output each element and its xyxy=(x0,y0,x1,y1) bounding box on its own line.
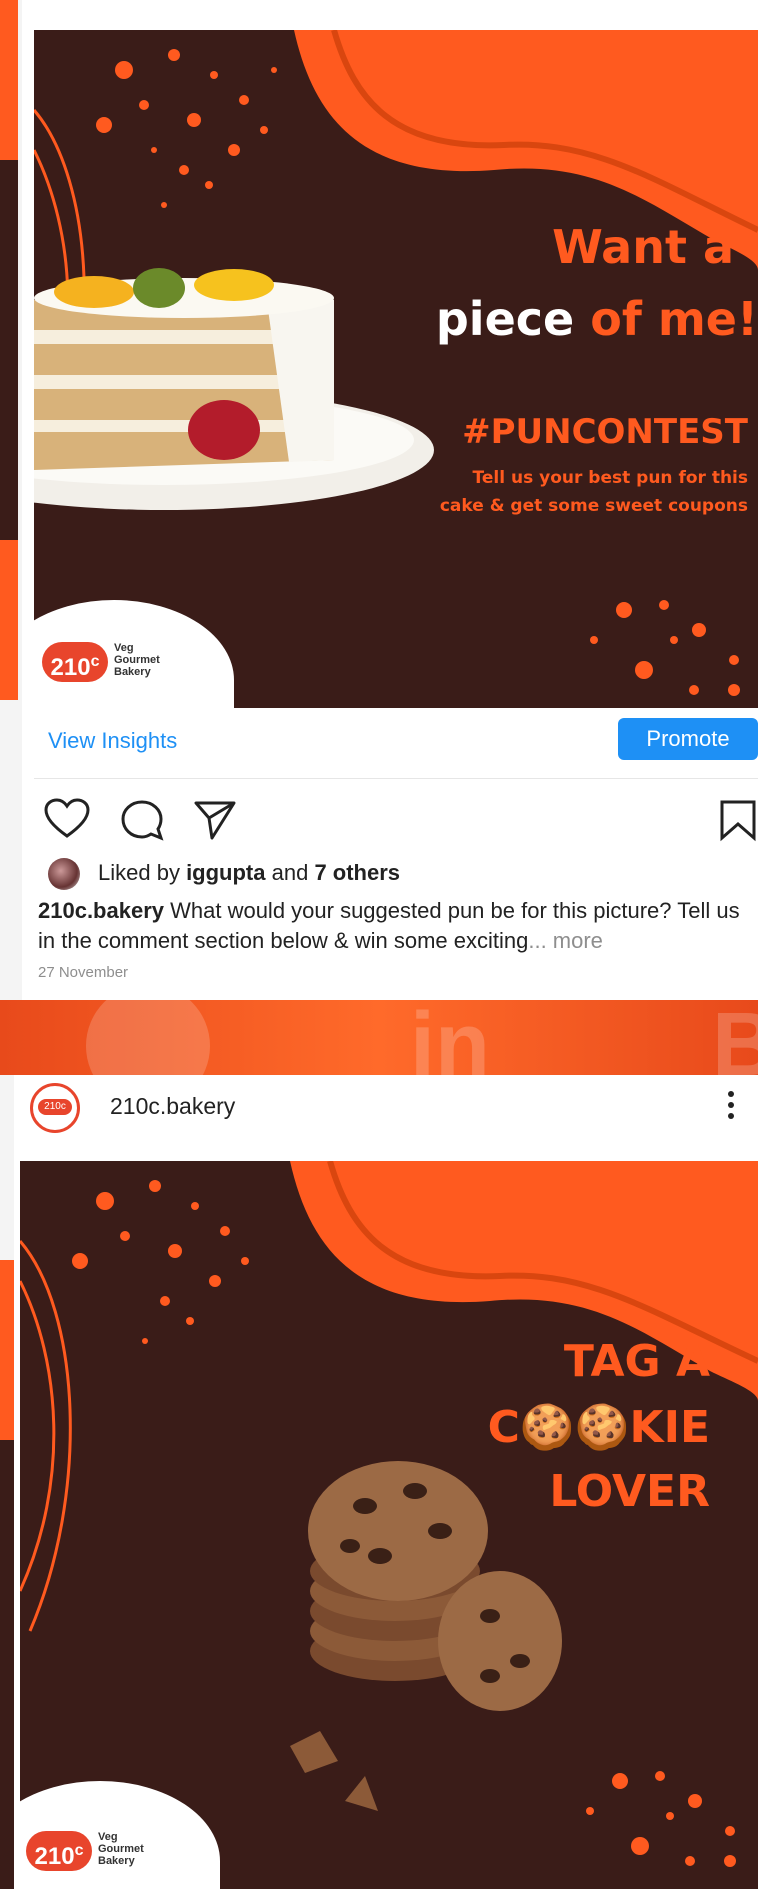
post2-line2: C🍪🍪KIE xyxy=(487,1402,710,1453)
post2-logo-mark: 210c xyxy=(26,1831,92,1871)
between-band: in B xyxy=(0,1000,758,1075)
insights-divider xyxy=(34,778,758,779)
post1-headline-piece: piece xyxy=(435,292,575,346)
post1-logo-line3: Bakery xyxy=(114,666,151,678)
heart-icon[interactable] xyxy=(44,798,90,840)
post1-logo-line2: Gourmet xyxy=(114,654,160,666)
post2-line1: TAG A xyxy=(563,1336,710,1387)
bookmark-icon[interactable] xyxy=(718,798,758,842)
more-options-icon[interactable] xyxy=(728,1091,736,1123)
liked-prefix: Liked by xyxy=(98,860,187,885)
post1-subtext-line1: Tell us your best pun for this xyxy=(472,468,748,488)
liked-by-text: Liked by iggupta and 7 others xyxy=(98,860,400,886)
post2-logo-number: 210 xyxy=(34,1843,75,1870)
post1-card: Want a piece of me! #PUNCONTEST Tell us … xyxy=(22,0,758,1000)
left-edge-orange-lower xyxy=(0,1260,14,1440)
post1-caption: 210c.bakery What would your suggested pu… xyxy=(38,896,744,956)
post1-hashtag: #PUNCONTEST xyxy=(462,412,748,452)
share-icon[interactable] xyxy=(192,798,238,842)
watermark-b: B xyxy=(712,1000,758,1075)
post1-logo-number: 210 xyxy=(50,654,91,681)
post2-logo-degree: c xyxy=(74,1842,84,1859)
spotify-icon xyxy=(86,1000,210,1075)
liked-user[interactable]: iggupta xyxy=(186,860,265,885)
post2-avatar-mark: 210c xyxy=(38,1099,72,1115)
watermark-in: in xyxy=(410,1000,490,1075)
liked-and: and xyxy=(265,860,315,885)
left-edge-brown-lower xyxy=(0,1440,14,1889)
post2-background-art xyxy=(20,1161,758,1867)
post2-username[interactable]: 210c.bakery xyxy=(110,1093,235,1120)
left-edge-brown xyxy=(0,160,18,540)
post2-logo-line1: Veg xyxy=(98,1831,118,1843)
post1-logo-line1: Veg xyxy=(114,642,134,654)
liked-others[interactable]: 7 others xyxy=(314,860,400,885)
post2-line3: LOVER xyxy=(549,1466,710,1517)
post2-card: 210c 210c.bakery TAG A C🍪🍪KIE LOVER 210c… xyxy=(14,1075,758,1889)
post1-logo-text: Veg Gourmet Bakery xyxy=(114,642,184,678)
post1-headline-line1: Want a xyxy=(552,220,734,274)
caption-username[interactable]: 210c.bakery xyxy=(38,898,164,923)
post2-logo-line2: Gourmet xyxy=(98,1843,144,1855)
view-insights-link[interactable]: View Insights xyxy=(48,728,177,754)
post1-subtext-line2: cake & get some sweet coupons xyxy=(439,496,748,516)
post1-headline-line2: piece of me! xyxy=(364,292,758,346)
promote-button[interactable]: Promote xyxy=(618,718,758,760)
left-edge-orange-mid xyxy=(0,540,18,700)
post1-logo-mark: 210c xyxy=(42,642,108,682)
caption-more-link[interactable]: ... more xyxy=(528,928,603,953)
post1-image: Want a piece of me! #PUNCONTEST Tell us … xyxy=(34,30,758,708)
liker-avatar[interactable] xyxy=(48,858,80,890)
post2-logo-text: Veg Gourmet Bakery xyxy=(98,1831,168,1867)
post1-date: 27 November xyxy=(38,964,129,981)
post1-header-bar xyxy=(22,0,758,30)
post2-image: TAG A C🍪🍪KIE LOVER 210c Veg Gourmet Bake… xyxy=(20,1161,758,1889)
post1-logo-degree: c xyxy=(90,653,100,670)
post1-headline-ofme: of me! xyxy=(590,292,758,346)
left-edge-orange-top xyxy=(0,0,18,160)
comment-icon[interactable] xyxy=(120,798,166,842)
post2-logo-line3: Bakery xyxy=(98,1855,135,1867)
